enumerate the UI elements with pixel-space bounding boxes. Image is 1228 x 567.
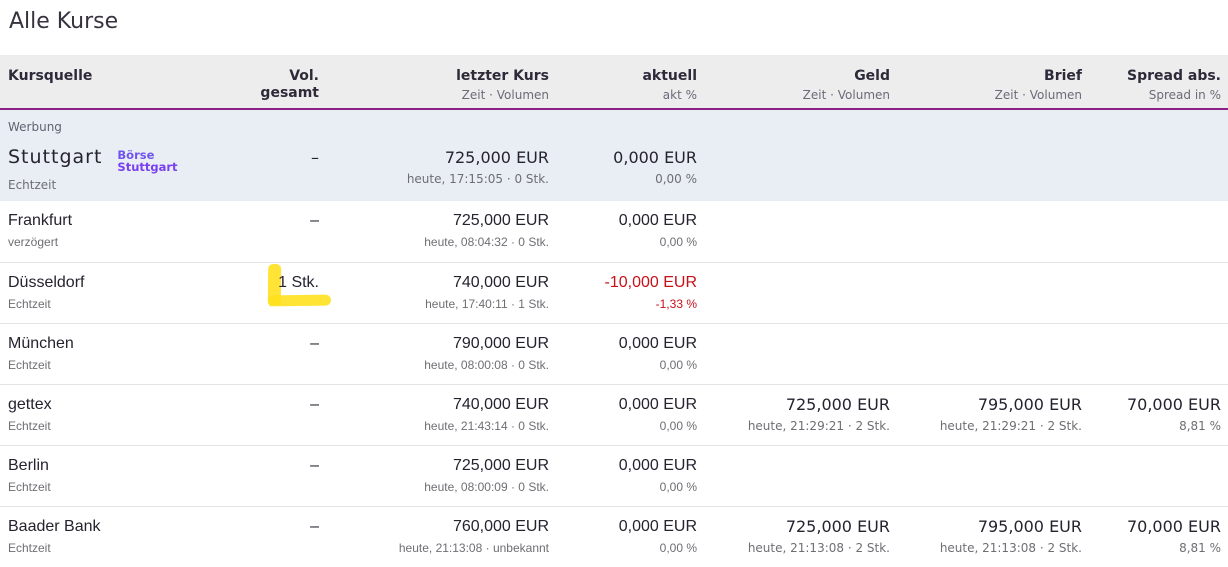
aktuell-cell: 0,000 EUR 0,00 %	[549, 456, 697, 506]
all-quotes-table: Kursquelle Vol. gesamt letzter Kurs Zeit…	[0, 55, 1228, 567]
quote-row-frankfurt[interactable]: Frankfurt verzögert – 725,000 EUR heute,…	[0, 201, 1228, 262]
col-header-aktuell: aktuell akt %	[549, 68, 697, 119]
letzter-kurs-cell: 725,000 EUR heute, 17:15:05 · 0 Stk.	[319, 148, 549, 201]
spread-cell	[1082, 273, 1221, 323]
spread-cell: 70,000 EUR 8,81 %	[1082, 517, 1221, 567]
quote-row-berlin[interactable]: Berlin Echtzeit – 725,000 EUR heute, 08:…	[0, 445, 1228, 506]
brief-cell	[890, 456, 1082, 506]
quote-status: Echtzeit	[8, 178, 238, 192]
col-header-vol-gesamt: Vol. gesamt	[238, 68, 319, 119]
spread-cell	[1082, 211, 1221, 262]
exchange-name[interactable]: München	[8, 334, 238, 353]
quote-status: Echtzeit	[8, 419, 238, 433]
quote-row-gettex[interactable]: gettex Echtzeit – 740,000 EUR heute, 21:…	[0, 384, 1228, 445]
col-header-spread: Spread abs. Spread in %	[1082, 68, 1221, 119]
exchange-name[interactable]: Baader Bank	[8, 517, 238, 536]
aktuell-cell: 0,000 EUR 0,00 %	[549, 211, 697, 262]
quote-row-stuttgart[interactable]: Stuttgart Börse Stuttgart Echtzeit – 725…	[0, 137, 1228, 201]
exchange-name[interactable]: Stuttgart	[8, 148, 102, 167]
vol-gesamt-cell: –	[238, 148, 319, 201]
table-header-row: Kursquelle Vol. gesamt letzter Kurs Zeit…	[0, 55, 1228, 110]
spread-cell	[1082, 148, 1221, 201]
quote-row-duesseldorf[interactable]: Düsseldorf Echtzeit 1 Stk. 740,000 EUR h…	[0, 262, 1228, 323]
vol-gesamt-cell: –	[238, 211, 319, 262]
vol-gesamt-cell: –	[238, 517, 319, 567]
spread-cell	[1082, 456, 1221, 506]
brief-cell	[890, 148, 1082, 201]
letzter-kurs-cell: 725,000 EUR heute, 08:04:32 · 0 Stk.	[319, 211, 549, 262]
exchange-name[interactable]: gettex	[8, 395, 238, 414]
geld-cell: 725,000 EUR heute, 21:13:08 · 2 Stk.	[697, 517, 890, 567]
brief-cell	[890, 334, 1082, 384]
letzter-kurs-cell: 725,000 EUR heute, 08:00:09 · 0 Stk.	[319, 456, 549, 506]
quote-row-muenchen[interactable]: München Echtzeit – 790,000 EUR heute, 08…	[0, 323, 1228, 384]
brief-cell: 795,000 EUR heute, 21:29:21 · 2 Stk.	[890, 395, 1082, 445]
boerse-stuttgart-logo[interactable]: Börse Stuttgart	[117, 149, 177, 173]
quote-status: Echtzeit	[8, 541, 238, 555]
geld-cell	[697, 211, 890, 262]
geld-cell: 725,000 EUR heute, 21:29:21 · 2 Stk.	[697, 395, 890, 445]
vol-gesamt-cell: –	[238, 395, 319, 445]
geld-cell	[697, 148, 890, 201]
exchange-name[interactable]: Frankfurt	[8, 211, 238, 230]
page-title: Alle Kurse	[0, 0, 1228, 36]
spread-cell: 70,000 EUR 8,81 %	[1082, 395, 1221, 445]
exchange-cell[interactable]: Baader Bank Echtzeit	[8, 517, 238, 567]
letzter-kurs-cell: 760,000 EUR heute, 21:13:08 · unbekannt	[319, 517, 549, 567]
geld-cell	[697, 273, 890, 323]
brief-cell	[890, 211, 1082, 262]
exchange-name[interactable]: Berlin	[8, 456, 238, 475]
sponsored-block: Werbung Stuttgart Börse Stuttgart Echtze…	[0, 110, 1228, 201]
exchange-name[interactable]: Düsseldorf	[8, 273, 238, 292]
quote-status: Echtzeit	[8, 297, 238, 311]
quote-status: verzögert	[8, 235, 238, 249]
col-header-geld: Geld Zeit · Volumen	[697, 68, 890, 119]
exchange-cell[interactable]: Düsseldorf Echtzeit	[8, 273, 238, 323]
aktuell-cell: -10,000 EUR -1,33 %	[549, 273, 697, 323]
spread-cell	[1082, 334, 1221, 384]
quote-status: Echtzeit	[8, 358, 238, 372]
aktuell-cell: 0,000 EUR 0,00 %	[549, 334, 697, 384]
letzter-kurs-zeit-volumen: heute, 17:15:05 · 0 Stk.	[319, 172, 549, 186]
quote-row-baader-bank[interactable]: Baader Bank Echtzeit – 760,000 EUR heute…	[0, 506, 1228, 567]
aktuell-cell: 0,000 EUR 0,00 %	[549, 395, 697, 445]
geld-cell	[697, 456, 890, 506]
letzter-kurs-cell: 790,000 EUR heute, 08:00:08 · 0 Stk.	[319, 334, 549, 384]
exchange-cell[interactable]: Frankfurt verzögert	[8, 211, 238, 262]
col-header-brief: Brief Zeit · Volumen	[890, 68, 1082, 119]
aktuell-cell: 0,000 EUR 0,00 %	[549, 148, 697, 201]
letzter-kurs-cell: 740,000 EUR heute, 21:43:14 · 0 Stk.	[319, 395, 549, 445]
exchange-cell[interactable]: Stuttgart Börse Stuttgart Echtzeit	[8, 148, 238, 201]
exchange-cell[interactable]: Berlin Echtzeit	[8, 456, 238, 506]
brief-cell	[890, 273, 1082, 323]
geld-cell	[697, 334, 890, 384]
vol-gesamt-value: –	[238, 148, 319, 167]
aktuell-value: 0,000 EUR	[549, 148, 697, 167]
vol-gesamt-cell: –	[238, 334, 319, 384]
exchange-cell[interactable]: München Echtzeit	[8, 334, 238, 384]
col-header-letzter-kurs: letzter Kurs Zeit · Volumen	[319, 68, 549, 119]
aktuell-prozent: 0,00 %	[549, 172, 697, 186]
letzter-kurs-value: 725,000 EUR	[319, 148, 549, 167]
letzter-kurs-cell: 740,000 EUR heute, 17:40:11 · 1 Stk.	[319, 273, 549, 323]
col-header-kursquelle: Kursquelle	[8, 68, 238, 119]
vol-gesamt-cell: –	[238, 456, 319, 506]
exchange-cell[interactable]: gettex Echtzeit	[8, 395, 238, 445]
brief-cell: 795,000 EUR heute, 21:13:08 · 2 Stk.	[890, 517, 1082, 567]
quote-status: Echtzeit	[8, 480, 238, 494]
aktuell-cell: 0,000 EUR 0,00 %	[549, 517, 697, 567]
